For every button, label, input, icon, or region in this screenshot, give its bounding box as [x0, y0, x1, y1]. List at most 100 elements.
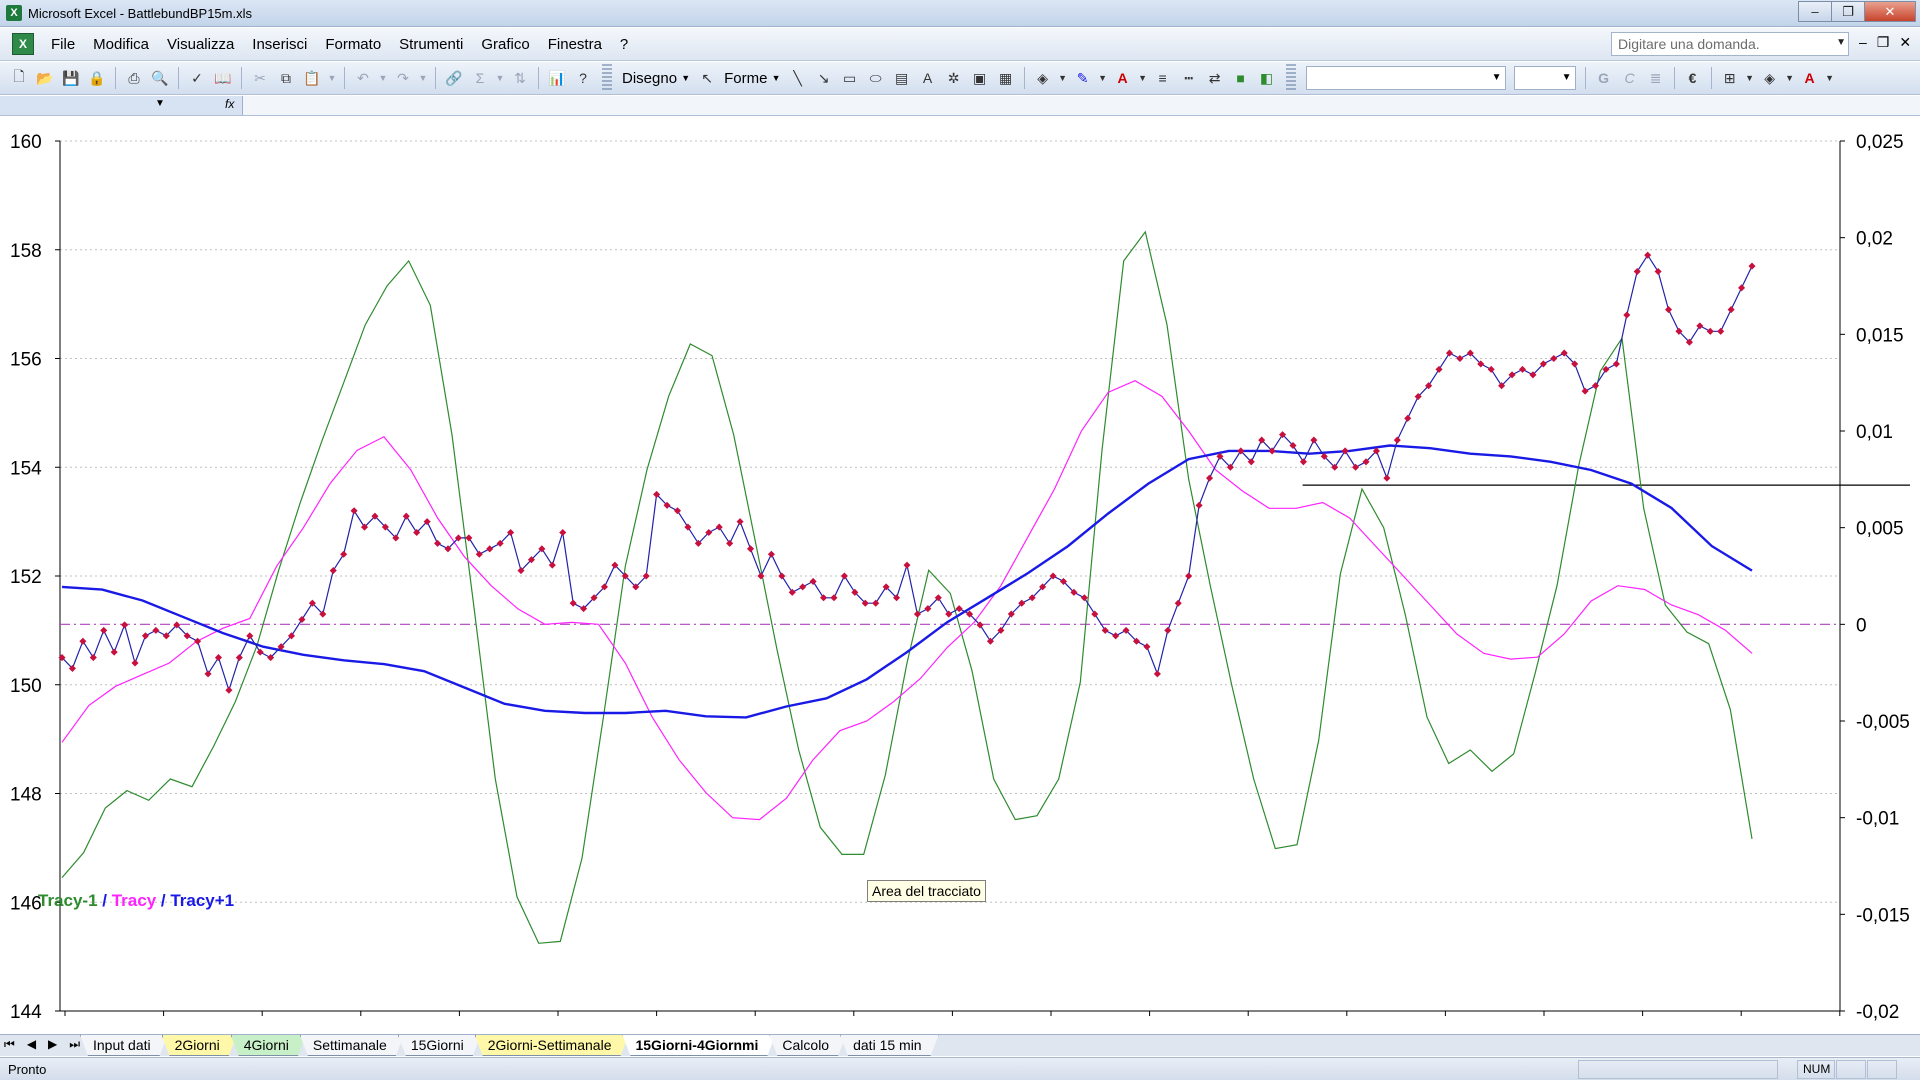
research-icon[interactable]: 📖 — [212, 67, 234, 89]
chevron-down-icon[interactable]: ▼ — [1745, 67, 1755, 89]
chart-area[interactable]: 160 158 156 154 152 150 148 146 144 0,025 0,02 0,01… — [0, 117, 1920, 1034]
name-box[interactable]: ▼ fx — [0, 96, 243, 115]
menu-file[interactable]: File — [42, 36, 84, 53]
font-size-combo[interactable]: ▼ — [1513, 66, 1576, 90]
chevron-down-icon[interactable]: ▼ — [155, 98, 165, 109]
sheet-tab[interactable]: 2Giorni — [162, 1035, 237, 1056]
save-icon[interactable]: 💾 — [60, 67, 82, 89]
chevron-down-icon[interactable]: ▼ — [1098, 67, 1108, 89]
toolbar-grip[interactable] — [602, 64, 612, 92]
permission-icon[interactable]: 🔒 — [86, 67, 108, 89]
menu-help[interactable]: ? — [611, 36, 637, 53]
font-color-icon[interactable]: A — [1112, 67, 1134, 89]
menu-grafico[interactable]: Grafico — [472, 36, 538, 53]
menu-inserisci[interactable]: Inserisci — [243, 36, 316, 53]
spelling-icon[interactable]: ✓ — [186, 67, 208, 89]
undo-icon[interactable]: ↶ — [352, 67, 374, 89]
shapes-menu-button[interactable]: Forme ▼ — [720, 70, 784, 87]
minimize-button[interactable]: – — [1798, 1, 1832, 22]
redo-icon[interactable]: ↷ — [392, 67, 414, 89]
chevron-down-icon[interactable]: ▼ — [327, 67, 337, 89]
cut-icon[interactable]: ✂ — [249, 67, 271, 89]
print-preview-icon[interactable]: 🔍 — [149, 67, 171, 89]
chart-wizard-icon[interactable]: 📊 — [546, 67, 568, 89]
menu-visualizza[interactable]: Visualizza — [158, 36, 243, 53]
sheet-tab[interactable]: 15Giorni — [398, 1035, 481, 1056]
paste-icon[interactable]: 📋 — [301, 67, 323, 89]
line-color-icon[interactable]: ✎ — [1072, 67, 1094, 89]
open-icon[interactable]: 📂 — [34, 67, 56, 89]
chevron-down-icon[interactable]: ▼ — [1825, 67, 1835, 89]
fill-color-icon[interactable]: ◈ — [1032, 67, 1054, 89]
sheet-tab[interactable]: Input dati — [80, 1035, 168, 1056]
borders-icon[interactable]: ⊞ — [1719, 67, 1741, 89]
font-color-icon[interactable]: A — [1799, 67, 1821, 89]
hyperlink-icon[interactable]: 🔗 — [443, 67, 465, 89]
sheet-tab[interactable]: 4Giorni — [231, 1035, 306, 1056]
diagram-icon[interactable]: ✲ — [943, 67, 965, 89]
help-icon[interactable]: ? — [572, 67, 594, 89]
line-style-icon[interactable]: ≡ — [1152, 67, 1174, 89]
menu-strumenti[interactable]: Strumenti — [390, 36, 472, 53]
chevron-down-icon[interactable]: ▼ — [418, 67, 428, 89]
chevron-down-icon[interactable]: ▼ — [1138, 67, 1148, 89]
menu-formato[interactable]: Formato — [316, 36, 390, 53]
chevron-down-icon[interactable]: ▼ — [1785, 67, 1795, 89]
textbox-icon[interactable]: ▤ — [891, 67, 913, 89]
restore-button[interactable]: ❐ — [1831, 1, 1865, 22]
3d-icon[interactable]: ◧ — [1256, 67, 1278, 89]
new-icon[interactable]: 🗋 — [8, 67, 30, 89]
bold-button[interactable]: G — [1593, 67, 1615, 89]
doc-close-icon[interactable]: ✕ — [1899, 34, 1911, 51]
sheet-tab[interactable]: Settimanale — [300, 1035, 404, 1056]
align-icon[interactable]: ≣ — [1645, 67, 1667, 89]
euro-button[interactable]: € — [1682, 67, 1704, 89]
last-sheet-icon[interactable]: ⏭ — [69, 1037, 80, 1052]
wordart-icon[interactable]: A — [917, 67, 939, 89]
y-right-tick-label: -0,015 — [1856, 905, 1910, 926]
sheet-tab[interactable]: 2Giorni-Settimanale — [475, 1035, 629, 1056]
dash-style-icon[interactable]: ┅ — [1178, 67, 1200, 89]
picture-icon[interactable]: ▦ — [995, 67, 1017, 89]
italic-button[interactable]: C — [1619, 67, 1641, 89]
rectangle-icon[interactable]: ▭ — [839, 67, 861, 89]
y-left-tick-label: 156 — [10, 350, 42, 371]
oval-icon[interactable]: ⬭ — [865, 67, 887, 89]
data-point — [1101, 626, 1109, 634]
copy-icon[interactable]: ⧉ — [275, 67, 297, 89]
draw-menu-button[interactable]: Disegno ▼ — [618, 70, 694, 87]
doc-minimize-icon[interactable]: – — [1859, 34, 1867, 51]
font-name-combo[interactable]: ▼ — [1305, 66, 1506, 90]
chevron-down-icon[interactable]: ▼ — [1836, 37, 1846, 48]
next-sheet-icon[interactable]: ▶ — [48, 1037, 57, 1052]
clipart-icon[interactable]: ▣ — [969, 67, 991, 89]
sort-icon[interactable]: ⇅ — [509, 67, 531, 89]
sheet-tab[interactable]: Calcolo — [769, 1035, 846, 1056]
shadow-icon[interactable]: ■ — [1230, 67, 1252, 89]
autosum-icon[interactable]: Σ — [469, 67, 491, 89]
ask-question-input[interactable]: Digitare una domanda. ▼ — [1611, 32, 1849, 56]
arrow-icon[interactable]: ↘ — [813, 67, 835, 89]
close-button[interactable]: ✕ — [1864, 1, 1916, 22]
data-point — [110, 648, 118, 656]
first-sheet-icon[interactable]: ⏮ — [4, 1037, 15, 1052]
menu-modifica[interactable]: Modifica — [84, 36, 158, 53]
arrow-style-icon[interactable]: ⇄ — [1204, 67, 1226, 89]
workbook-icon[interactable]: X — [12, 33, 34, 55]
sheet-tab[interactable]: dati 15 min — [840, 1035, 938, 1056]
sheet-tab[interactable]: 15Giorni-4Giornmi — [622, 1035, 775, 1056]
line-icon[interactable]: ╲ — [787, 67, 809, 89]
print-icon[interactable]: ⎙ — [123, 67, 145, 89]
toolbar-grip[interactable] — [1285, 64, 1296, 92]
chevron-down-icon[interactable]: ▼ — [378, 67, 388, 89]
chevron-down-icon[interactable]: ▼ — [1058, 67, 1068, 89]
select-objects-icon[interactable]: ↖ — [696, 67, 718, 89]
doc-restore-icon[interactable]: ❐ — [1877, 34, 1890, 51]
menu-finestra[interactable]: Finestra — [539, 36, 611, 53]
status-ready: Pronto — [8, 1062, 47, 1077]
data-point — [830, 594, 838, 602]
chevron-down-icon[interactable]: ▼ — [495, 67, 505, 89]
fill-color-icon[interactable]: ◈ — [1759, 67, 1781, 89]
fx-icon[interactable]: fx — [225, 97, 234, 111]
prev-sheet-icon[interactable]: ◀ — [27, 1037, 36, 1052]
